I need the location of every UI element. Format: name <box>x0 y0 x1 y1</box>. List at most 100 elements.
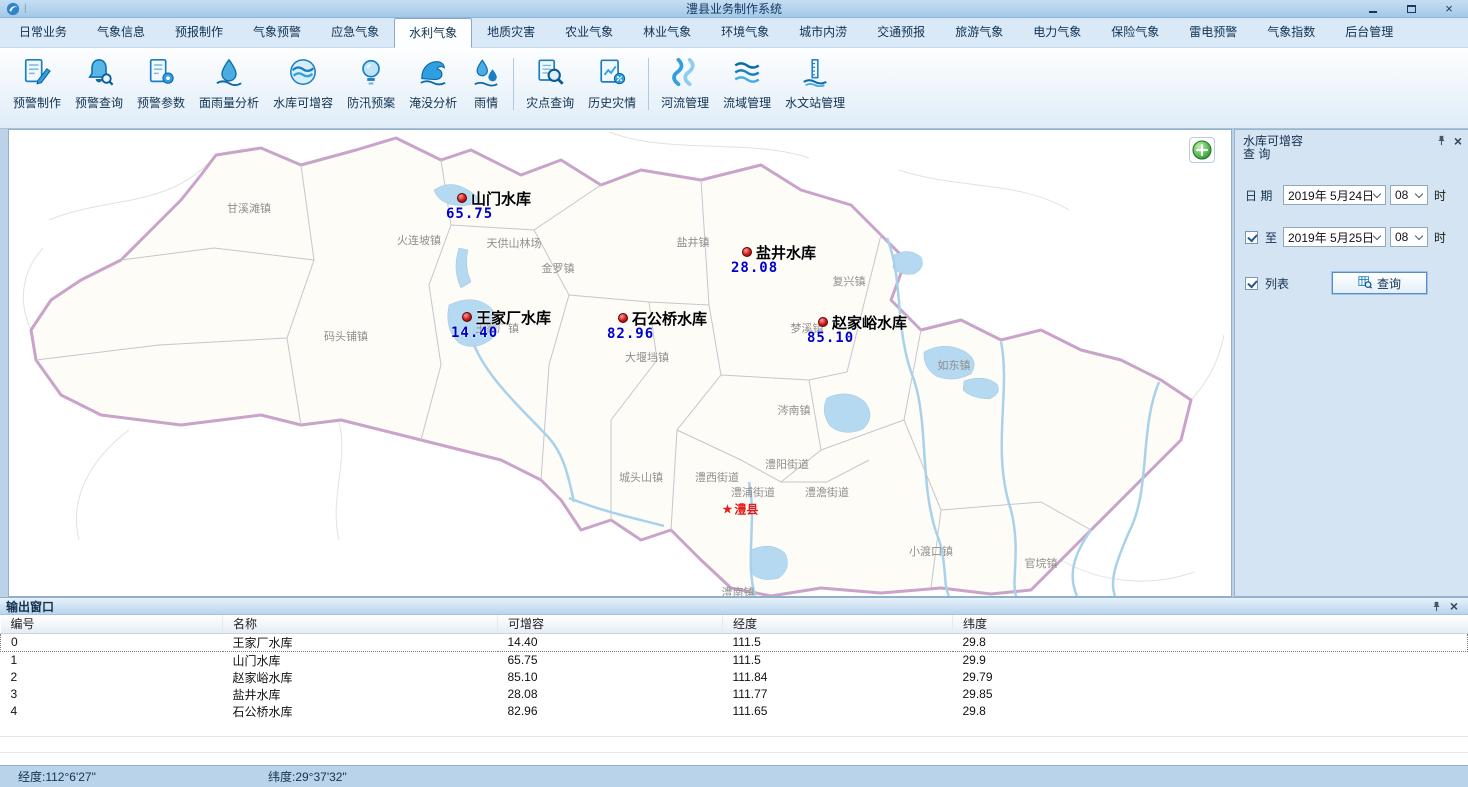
query-button[interactable]: 查询 <box>1332 272 1427 294</box>
flood-plan-icon <box>356 57 386 87</box>
hour-to-value: 08 <box>1395 230 1408 244</box>
toolbar-button-reservoir-capacity[interactable]: 水库可增容 <box>266 50 340 128</box>
output-close-icon[interactable]: × <box>1450 601 1458 611</box>
date-to-select[interactable]: 2019年 5月25日 <box>1283 227 1386 247</box>
menu-item[interactable]: 应急气象 <box>316 17 394 47</box>
town-label: 澧南镇 <box>722 584 755 597</box>
toolbar-button-rainfall-analysis[interactable]: 面雨量分析 <box>192 50 266 128</box>
menu-item[interactable]: 保险气象 <box>1096 17 1174 47</box>
toolbar-label: 雨情 <box>474 94 498 111</box>
main-area: 甘溪滩镇火连坡镇天供山林场金罗镇盐井镇复兴镇码头铺镇王家厂镇梦溪镇大堰垱镇如东镇… <box>0 129 1468 597</box>
toolbar-button-warning-make[interactable]: 预警制作 <box>6 50 68 128</box>
table-cell: 石公桥水库 <box>223 703 498 720</box>
menu-item[interactable]: 后台管理 <box>1330 17 1408 47</box>
menu-item[interactable]: 电力气象 <box>1018 17 1096 47</box>
table-row[interactable]: 2赵家峪水库85.10111.8429.79 <box>1 669 1468 686</box>
to-checkbox[interactable] <box>1245 231 1258 244</box>
menu-item[interactable]: 气象指数 <box>1252 17 1330 47</box>
table-row[interactable]: 0王家厂水库14.40111.529.8 <box>1 633 1468 651</box>
reservoir-value: 14.40 <box>451 325 498 341</box>
column-header[interactable]: 编号 <box>1 615 223 633</box>
date-from-select[interactable]: 2019年 5月24日 <box>1283 185 1386 205</box>
table-row[interactable]: 3盐井水库28.08111.7729.85 <box>1 686 1468 703</box>
zoom-full-extent-button[interactable] <box>1189 137 1215 163</box>
panel-close-icon[interactable]: × <box>1454 136 1462 146</box>
window-controls: × <box>1366 3 1462 15</box>
reservoir-dot-icon[interactable] <box>618 313 628 323</box>
table-row[interactable]: 4石公桥水库82.96111.6529.8 <box>1 703 1468 720</box>
toolbar-button-flood-plan[interactable]: 防汛预案 <box>340 50 402 128</box>
menu-item[interactable]: 水利气象 <box>394 18 472 48</box>
disaster-history-icon <box>597 57 627 87</box>
column-header[interactable]: 经度 <box>723 615 953 633</box>
table-head: 编号名称可增容经度纬度 <box>1 615 1468 633</box>
toolbar-button-warning-params[interactable]: 预警参数 <box>130 50 192 128</box>
minimize-button[interactable] <box>1366 3 1380 15</box>
toolbar-label: 面雨量分析 <box>199 94 259 111</box>
menu-item[interactable]: 环境气象 <box>706 17 784 47</box>
list-checkbox[interactable] <box>1245 277 1258 290</box>
menu-item[interactable]: 预报制作 <box>160 17 238 47</box>
date-from-value: 2019年 5月24日 <box>1288 187 1374 204</box>
menu-item[interactable]: 雷电预警 <box>1174 17 1252 47</box>
titlebar-divider: | <box>24 3 27 14</box>
toolbar-button-disaster-history[interactable]: 历史灾情 <box>581 50 643 128</box>
close-button[interactable]: × <box>1442 3 1456 15</box>
menu-item[interactable]: 农业气象 <box>550 17 628 47</box>
reservoir-dot-icon[interactable] <box>462 312 472 322</box>
map-canvas[interactable]: 甘溪滩镇火连坡镇天供山林场金罗镇盐井镇复兴镇码头铺镇王家厂镇梦溪镇大堰垱镇如东镇… <box>8 129 1232 597</box>
table-cell: 111.77 <box>723 686 953 703</box>
menu-item[interactable]: 旅游气象 <box>940 17 1018 47</box>
table-cell: 82.96 <box>498 703 723 720</box>
reservoir-value: 82.96 <box>607 326 654 342</box>
toolbar-button-hydro-station[interactable]: 水文站管理 <box>778 50 852 128</box>
toolbar-button-river-manage[interactable]: 河流管理 <box>654 50 716 128</box>
town-label: 大堰垱镇 <box>625 349 669 365</box>
toolbar-button-disaster-query[interactable]: 灾点查询 <box>519 50 581 128</box>
table-row[interactable]: 1山门水库65.75111.529.9 <box>1 651 1468 669</box>
restore-button[interactable] <box>1404 3 1418 15</box>
pin-icon[interactable] <box>1436 135 1447 146</box>
basin-manage-icon <box>732 57 762 87</box>
pin-icon[interactable] <box>1431 601 1442 612</box>
toolbar-label: 水文站管理 <box>785 94 845 111</box>
menu-item[interactable]: 林业气象 <box>628 17 706 47</box>
river-manage-icon <box>670 57 700 87</box>
table-cell: 0 <box>1 633 223 651</box>
menu-item[interactable]: 日常业务 <box>4 17 82 47</box>
chevron-down-icon <box>1373 231 1381 239</box>
status-longitude: 经度:112°6'27" <box>18 768 96 785</box>
town-label: 火连坡镇 <box>397 232 441 248</box>
table-cell: 29.85 <box>953 686 1468 703</box>
county-label: ★澧县 <box>722 501 759 518</box>
toolbar-button-rain-info[interactable]: 雨情 <box>464 50 508 128</box>
reservoir-value: 85.10 <box>807 330 854 346</box>
town-label: 小渡口镇 <box>909 543 953 559</box>
titlebar: | 澧县业务制作系统 × <box>0 0 1468 18</box>
table-cell: 29.9 <box>953 651 1468 669</box>
reservoir-dot-icon[interactable] <box>818 317 828 327</box>
toolbar-button-basin-manage[interactable]: 流域管理 <box>716 50 778 128</box>
hour-to-select[interactable]: 08 <box>1390 227 1428 247</box>
table-cell: 3 <box>1 686 223 703</box>
menu-item[interactable]: 交通预报 <box>862 17 940 47</box>
reservoir-dot-icon[interactable] <box>742 247 752 257</box>
toolbar-button-submersion-analysis[interactable]: 淹没分析 <box>402 50 464 128</box>
table-cell: 赵家峪水库 <box>223 669 498 686</box>
hour-from-select[interactable]: 08 <box>1390 185 1428 205</box>
query-button-label: 查询 <box>1377 275 1401 292</box>
column-header[interactable]: 可增容 <box>498 615 723 633</box>
reservoir-dot-icon[interactable] <box>457 193 467 203</box>
column-header[interactable]: 名称 <box>223 615 498 633</box>
toolbar: 预警制作预警查询预警参数面雨量分析水库可增容防汛预案淹没分析雨情 灾点查询历史灾情… <box>0 47 1468 129</box>
menu-item[interactable]: 气象预警 <box>238 17 316 47</box>
menu-item[interactable]: 城市内涝 <box>784 17 862 47</box>
toolbar-button-warning-query[interactable]: 预警查询 <box>68 50 130 128</box>
query-table-icon <box>1358 275 1372 292</box>
town-label: 如东镇 <box>938 357 971 373</box>
chevron-down-icon <box>1373 189 1381 197</box>
toolbar-label: 历史灾情 <box>588 94 636 111</box>
column-header[interactable]: 纬度 <box>953 615 1468 633</box>
menu-item[interactable]: 气象信息 <box>82 17 160 47</box>
menu-item[interactable]: 地质灾害 <box>472 17 550 47</box>
